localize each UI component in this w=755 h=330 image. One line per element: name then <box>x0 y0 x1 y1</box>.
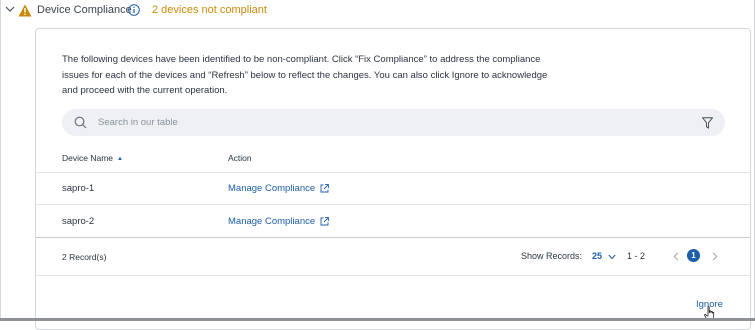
filter-icon[interactable] <box>702 117 713 129</box>
warning-icon <box>18 4 32 17</box>
divider <box>36 275 750 276</box>
page-button-current[interactable]: 1 <box>687 249 700 262</box>
section-title: Device Compliance <box>37 4 132 16</box>
manage-compliance-label[interactable]: Manage Compliance <box>228 216 315 227</box>
column-header-device-name[interactable]: Device Name ▲ <box>62 153 123 163</box>
search-icon <box>74 116 87 129</box>
manage-compliance-link[interactable]: Manage Compliance <box>228 183 329 194</box>
manage-compliance-link[interactable]: Manage Compliance <box>228 216 329 227</box>
device-name-cell: sapro-1 <box>62 183 95 194</box>
external-link-icon <box>320 184 329 193</box>
chevron-left-icon[interactable] <box>673 252 679 261</box>
chevron-right-icon[interactable] <box>712 252 718 261</box>
description-text: The following devices have been identifi… <box>62 54 548 96</box>
divider <box>36 237 750 238</box>
divider <box>36 204 750 205</box>
page-size-select[interactable]: 25 <box>592 251 602 261</box>
show-records-label: Show Records: <box>521 251 583 261</box>
chevron-down-icon[interactable] <box>5 4 15 14</box>
compliance-panel: The following devices have been identifi… <box>35 28 751 330</box>
chevron-down-icon[interactable] <box>608 254 616 260</box>
records-count: 2 Record(s) <box>62 252 107 262</box>
column-header-action: Action <box>228 153 252 163</box>
external-link-icon <box>320 217 329 226</box>
manage-compliance-label[interactable]: Manage Compliance <box>228 183 315 194</box>
noncompliant-status: 2 devices not compliant <box>152 4 267 16</box>
record-range: 1 - 2 <box>627 251 646 261</box>
search-bar[interactable]: Search in our table <box>62 109 725 136</box>
device-name-cell: sapro-2 <box>62 216 95 227</box>
info-icon[interactable] <box>128 4 140 16</box>
sort-ascending-icon[interactable]: ▲ <box>117 156 123 162</box>
search-input[interactable]: Search in our table <box>98 117 178 128</box>
divider <box>36 172 750 173</box>
